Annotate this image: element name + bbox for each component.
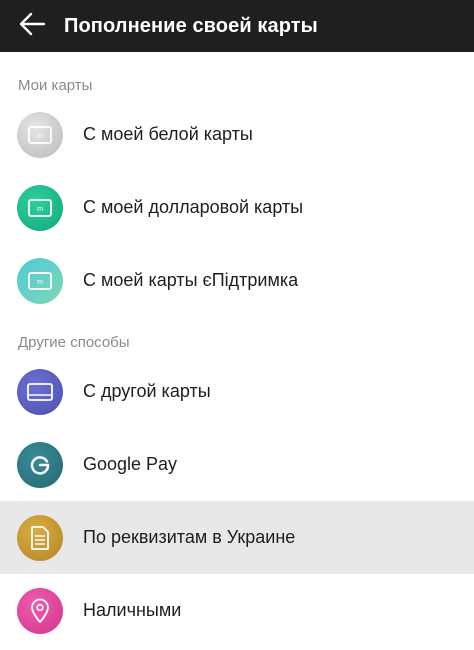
item-label: С моей долларовой карты: [83, 197, 304, 217]
page-title: Пополнение своей карты: [64, 14, 318, 37]
location-pin-icon: [17, 587, 63, 634]
document-icon: [17, 514, 63, 561]
back-button[interactable]: [0, 0, 64, 52]
section-label-other-methods: Другие способы: [18, 334, 130, 351]
list-item-google-pay[interactable]: Google Pay: [0, 428, 474, 501]
google-g-icon: [17, 441, 63, 488]
arrow-left-icon: [18, 12, 46, 41]
card-icon: m: [17, 257, 63, 304]
item-label: Наличными: [83, 600, 182, 620]
item-label: С другой карты: [83, 381, 211, 401]
svg-text:m: m: [37, 133, 43, 140]
item-label: С моей белой карты: [83, 124, 253, 144]
svg-text:m: m: [37, 206, 43, 213]
section-label-my-cards: Мои карты: [18, 77, 93, 94]
list-item-bank-details-ukraine[interactable]: По реквизитам в Украине: [0, 501, 474, 574]
app-bar: Пополнение своей карты: [0, 0, 474, 52]
item-label: С моей карты єПідтримка: [83, 270, 299, 290]
card-icon: m: [17, 111, 63, 158]
list-item-other-card[interactable]: С другой карты: [0, 355, 474, 428]
card-outline-icon: [17, 368, 63, 415]
svg-text:m: m: [37, 279, 43, 286]
list-item-cash[interactable]: Наличными: [0, 574, 474, 647]
list-item-white-card[interactable]: m С моей белой карты: [0, 98, 474, 171]
list-item-epidtrymka-card[interactable]: m С моей карты єПідтримка: [0, 244, 474, 317]
item-label: Google Pay: [83, 454, 178, 474]
card-icon: m: [17, 184, 63, 231]
item-label: По реквизитам в Украине: [83, 527, 296, 547]
list-item-dollar-card[interactable]: m С моей долларовой карты: [0, 171, 474, 244]
